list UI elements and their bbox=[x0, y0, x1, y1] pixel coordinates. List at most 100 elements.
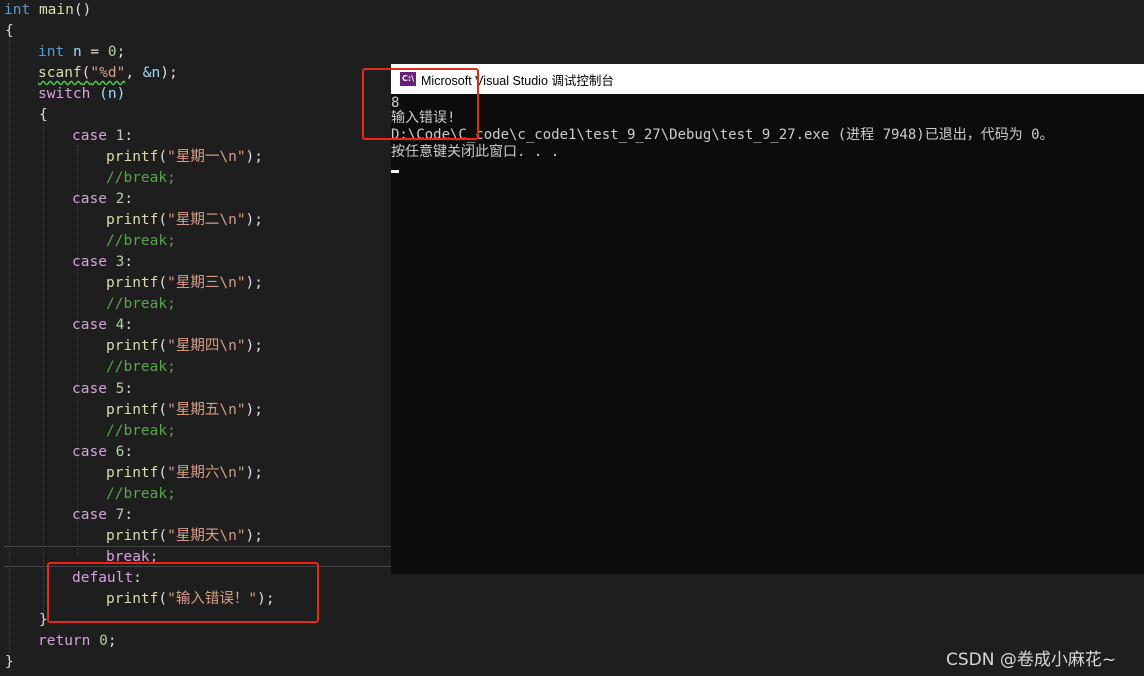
function-call: printf bbox=[106, 338, 159, 354]
code-line-switch[interactable]: switch (n) bbox=[38, 84, 125, 105]
function-call: printf bbox=[106, 528, 159, 544]
console-cursor bbox=[391, 170, 399, 173]
console-output-line: 按任意键关闭此窗口. . . bbox=[391, 144, 560, 160]
code-line-comment[interactable]: //break; bbox=[106, 231, 176, 252]
function-call: scanf bbox=[38, 65, 82, 81]
brace: { bbox=[39, 107, 48, 123]
comment: //break; bbox=[106, 486, 176, 502]
paren-close: ); bbox=[245, 212, 264, 228]
paren-close: ); bbox=[160, 65, 178, 81]
watermark: CSDN @卷成小麻花~ bbox=[946, 650, 1117, 670]
keyword-case: case bbox=[72, 191, 107, 207]
operator: = bbox=[81, 44, 108, 60]
colon: : bbox=[124, 191, 134, 207]
string-literal: "星期三\n" bbox=[167, 275, 246, 291]
string-literal: "星期一\n" bbox=[167, 149, 246, 165]
code-line-case[interactable]: case 3: bbox=[72, 252, 133, 273]
comment: //break; bbox=[106, 423, 176, 439]
code-line-brace-open[interactable]: { bbox=[5, 21, 14, 42]
code-line-comment[interactable]: //break; bbox=[106, 421, 176, 442]
comment: //break; bbox=[106, 233, 176, 249]
code-line-printf[interactable]: printf("星期五\n"); bbox=[106, 400, 263, 421]
keyword-int: int bbox=[38, 44, 65, 60]
code-line-return[interactable]: return 0; bbox=[38, 631, 117, 652]
paren-close: ); bbox=[245, 465, 264, 481]
code-line-printf[interactable]: printf("星期二\n"); bbox=[106, 210, 263, 231]
output-highlight-box bbox=[362, 68, 479, 140]
code-line-declaration[interactable]: int n = 0; bbox=[38, 42, 125, 63]
paren: ( bbox=[158, 465, 168, 481]
function-name: main bbox=[38, 2, 74, 18]
colon: : bbox=[124, 507, 134, 523]
keyword-case: case bbox=[72, 128, 107, 144]
comment: //break; bbox=[106, 359, 176, 375]
paren: ( bbox=[158, 402, 168, 418]
paren-close: ); bbox=[245, 149, 264, 165]
number: 0 bbox=[107, 44, 117, 60]
default-highlight-box bbox=[47, 562, 319, 623]
console-titlebar[interactable]: C:\ Microsoft Visual Studio 调试控制台 bbox=[391, 64, 1144, 94]
code-line-printf[interactable]: printf("星期三\n"); bbox=[106, 273, 263, 294]
string-literal: "星期六\n" bbox=[167, 465, 246, 481]
debug-console-window[interactable]: C:\ Microsoft Visual Studio 调试控制台 8 输入错误… bbox=[391, 64, 1144, 574]
code-line-case[interactable]: case 5: bbox=[72, 379, 133, 400]
paren-close: ); bbox=[245, 338, 264, 354]
function-call: printf bbox=[106, 275, 159, 291]
keyword-case: case bbox=[72, 254, 107, 270]
code-line-printf[interactable]: printf("星期一\n"); bbox=[106, 147, 263, 168]
string-literal: "星期二\n" bbox=[167, 212, 246, 228]
code-line-case[interactable]: case 2: bbox=[72, 189, 133, 210]
paren-close: ); bbox=[245, 402, 264, 418]
code-line-main[interactable]: int main() bbox=[4, 0, 91, 21]
string-literal: "星期五\n" bbox=[167, 402, 246, 418]
code-line-comment[interactable]: //break; bbox=[106, 168, 176, 189]
comment: //break; bbox=[106, 296, 176, 312]
code-line-brace-close[interactable]: } bbox=[5, 652, 14, 673]
keyword-case: case bbox=[72, 317, 107, 333]
code-line-comment[interactable]: //break; bbox=[106, 294, 176, 315]
code-line-case[interactable]: case 7: bbox=[72, 505, 133, 526]
code-line-case[interactable]: case 6: bbox=[72, 442, 133, 463]
colon: : bbox=[124, 254, 134, 270]
function-call: printf bbox=[106, 212, 159, 228]
code-line-comment[interactable]: //break; bbox=[106, 357, 176, 378]
string-literal: "星期四\n" bbox=[167, 338, 246, 354]
paren-close: ); bbox=[245, 528, 264, 544]
keyword-return: return bbox=[38, 633, 91, 649]
function-call: printf bbox=[106, 402, 159, 418]
brace: } bbox=[5, 654, 14, 670]
paren: ( bbox=[158, 212, 168, 228]
code-line-case[interactable]: case 1: bbox=[72, 126, 133, 147]
function-call: printf bbox=[106, 465, 159, 481]
keyword-switch: switch bbox=[38, 86, 91, 102]
semicolon: ; bbox=[116, 44, 126, 60]
paren: ( bbox=[158, 149, 168, 165]
code-line-scanf[interactable]: scanf("%d", &n); bbox=[38, 63, 178, 84]
colon: : bbox=[124, 317, 134, 333]
colon: : bbox=[124, 128, 134, 144]
address-arg: &n bbox=[142, 65, 161, 81]
string-literal: "星期天\n" bbox=[167, 528, 246, 544]
code-line-comment[interactable]: //break; bbox=[106, 484, 176, 505]
comment: //break; bbox=[106, 170, 176, 186]
variable: n bbox=[72, 44, 82, 60]
parens: () bbox=[73, 2, 92, 18]
indent-guide bbox=[43, 120, 44, 615]
code-line-printf[interactable]: printf("星期天\n"); bbox=[106, 526, 263, 547]
keyword-int: int bbox=[4, 2, 31, 18]
code-line-case[interactable]: case 4: bbox=[72, 315, 133, 336]
code-line-printf[interactable]: printf("星期四\n"); bbox=[106, 336, 263, 357]
paren-close: ); bbox=[245, 275, 264, 291]
colon: : bbox=[124, 381, 134, 397]
keyword-case: case bbox=[72, 444, 107, 460]
code-line-printf[interactable]: printf("星期六\n"); bbox=[106, 463, 263, 484]
keyword-case: case bbox=[72, 507, 107, 523]
colon: : bbox=[124, 444, 134, 460]
function-call: printf bbox=[106, 149, 159, 165]
paren: ( bbox=[158, 528, 168, 544]
code-line-inner-brace-open[interactable]: { bbox=[39, 105, 48, 126]
paren: ( bbox=[158, 275, 168, 291]
console-output-line: D:\Code\C_code\c_code1\test_9_27\Debug\t… bbox=[391, 127, 1054, 143]
number: 0 bbox=[99, 633, 108, 649]
comma: , bbox=[125, 65, 143, 81]
